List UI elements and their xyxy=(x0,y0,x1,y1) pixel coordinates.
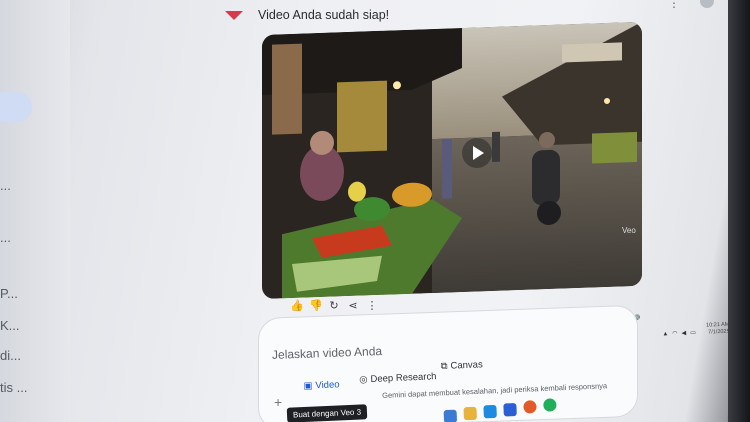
file-explorer-icon[interactable] xyxy=(443,409,458,422)
windows-taskbar: ▲ ◠ ◀ ▭ 10:21 AM 7/1/2025 xyxy=(400,315,744,422)
sidebar-item-3[interactable]: P... xyxy=(0,286,18,301)
browser-icon[interactable] xyxy=(523,400,537,414)
deep-research-icon: ◎ xyxy=(359,374,368,386)
sidebar-active-item[interactable] xyxy=(0,92,32,122)
folder-icon[interactable] xyxy=(463,406,477,421)
thumbs-up-icon[interactable]: 👍 xyxy=(290,300,304,312)
sidebar-item-5[interactable]: di... xyxy=(0,348,21,363)
video-tool-tooltip: Buat dengan Veo 3 xyxy=(286,404,368,422)
wifi-icon[interactable]: ◠ xyxy=(672,330,678,337)
system-tray: ▲ ◠ ◀ ▭ xyxy=(662,329,696,337)
taskbar-clock[interactable]: 10:21 AM 7/1/2025 xyxy=(706,322,730,337)
photo-of-monitor: ... ... P... K... di... tis ... ⋮ Video … xyxy=(0,0,750,422)
chevron-up-icon[interactable]: ▲ xyxy=(662,331,668,337)
store-icon[interactable] xyxy=(483,404,497,419)
response-status-text: Video Anda sudah siap! xyxy=(258,8,390,22)
sidebar-item-4[interactable]: K... xyxy=(0,318,20,333)
add-attachment-icon[interactable]: + xyxy=(274,394,282,410)
video-camera-icon: ▣ xyxy=(303,380,313,392)
gemini-spark-icon xyxy=(225,11,243,20)
video-tool-label: Video xyxy=(315,379,340,392)
video-watermark: Veo xyxy=(622,226,636,235)
whatsapp-icon[interactable] xyxy=(543,398,557,412)
more-options-icon[interactable]: ⋮ xyxy=(668,0,680,10)
video-frame-image xyxy=(262,21,642,299)
share-icon[interactable]: ⋖ xyxy=(347,300,359,312)
sidebar: ... ... P... K... di... tis ... xyxy=(0,0,70,422)
clock-date: 7/1/2025 xyxy=(708,328,730,336)
more-actions-icon[interactable]: ⋮ xyxy=(366,300,378,312)
regenerate-icon[interactable]: ↻ xyxy=(328,300,340,312)
word-icon[interactable] xyxy=(503,402,517,417)
battery-icon[interactable]: ▭ xyxy=(690,329,696,336)
desk-background xyxy=(728,0,750,422)
generated-video-player[interactable] xyxy=(262,21,642,299)
avatar[interactable] xyxy=(700,0,714,8)
sidebar-item-6[interactable]: tis ... xyxy=(0,380,27,395)
volume-icon[interactable]: ◀ xyxy=(681,330,687,337)
sidebar-item-2[interactable]: ... xyxy=(0,230,11,245)
thumbs-down-icon[interactable]: 👎 xyxy=(309,300,323,312)
video-tool-button[interactable]: ▣ Video xyxy=(303,379,340,392)
play-button[interactable] xyxy=(462,138,492,168)
response-actions: 👍 👎 ↻ ⋖ ⋮ xyxy=(290,300,378,312)
sidebar-item-1[interactable]: ... xyxy=(0,178,11,193)
